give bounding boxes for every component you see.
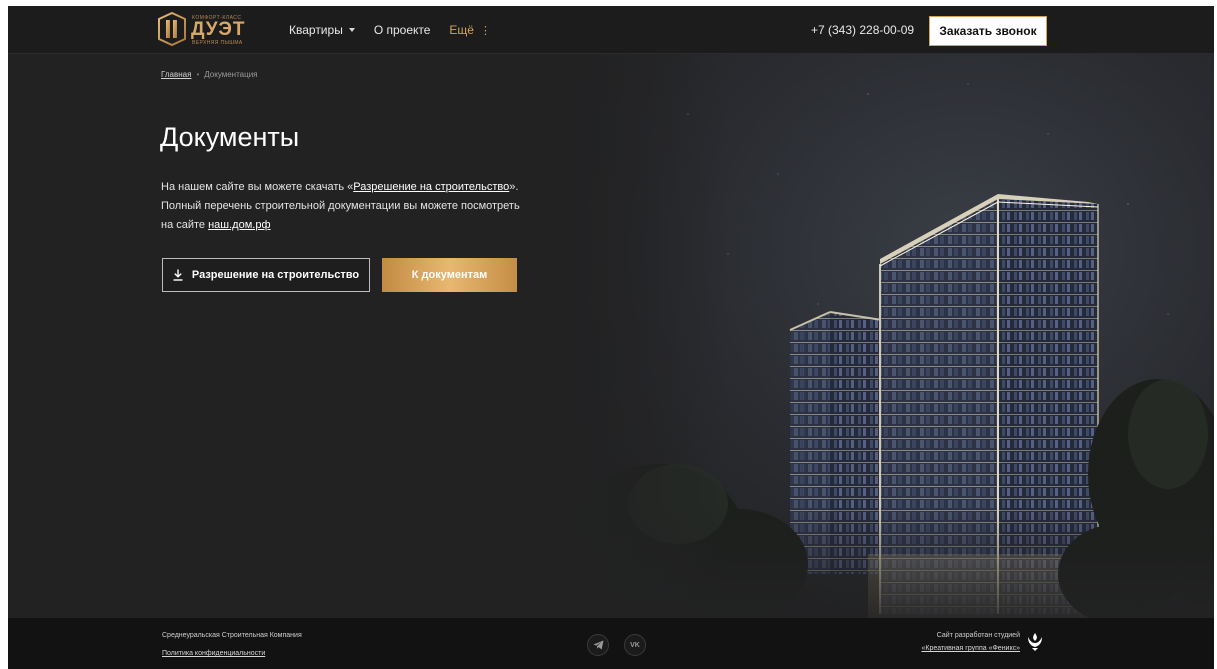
desc-line3-pre: на сайте — [161, 219, 209, 231]
desc-line1-pre: На нашем сайте вы можете скачать « — [161, 181, 354, 193]
to-documents-button[interactable]: К документам — [382, 258, 517, 292]
site-footer: Среднеуральская Строительная Компания По… — [8, 618, 1214, 669]
page-title: Документы — [160, 122, 300, 152]
site-header: КОМФОРТ-КЛАСС ДУЭТ ВЕРХНЯЯ ПЫШМА Квартир… — [8, 6, 1214, 54]
studio-credit-text: Сайт разработан студией — [936, 632, 1020, 639]
nav-label-apartments: Квартиры — [289, 23, 343, 37]
logo-wordmark: ДУЭТ — [191, 19, 246, 40]
download-permit-button[interactable]: Разрешение на строительство — [162, 258, 370, 292]
page-description: На нашем сайте вы можете скачать «Разреш… — [161, 178, 581, 235]
nav-item-about[interactable]: О проекте — [374, 23, 431, 37]
desc-line2: Полный перечень строительной документаци… — [161, 200, 520, 212]
breadcrumb-current: Документация — [204, 70, 258, 79]
privacy-policy-link[interactable]: Политика конфиденциальности — [162, 650, 265, 657]
phoenix-logo-icon[interactable] — [1026, 632, 1044, 652]
building-illustration — [568, 54, 1214, 618]
nav-label-about: О проекте — [373, 23, 431, 37]
nav-item-apartments[interactable]: Квартиры — [289, 23, 355, 37]
telegram-icon — [593, 640, 603, 650]
logo-location: ВЕРХНЯЯ ПЫШМА — [192, 40, 243, 46]
nav-item-more[interactable]: Ещё ⋮ — [449, 23, 491, 37]
nav-label-more: Ещё — [449, 23, 474, 37]
desc-line1-post: ». — [509, 181, 519, 193]
download-permit-label: Разрешение на строительство — [191, 269, 360, 281]
breadcrumb: Главная • Документация — [161, 70, 258, 79]
breadcrumb-separator: • — [196, 70, 200, 79]
more-dots-icon: ⋮ — [479, 24, 491, 37]
logo-mark-icon — [158, 12, 186, 46]
vk-link[interactable]: VK — [624, 634, 646, 656]
request-callback-button[interactable]: Заказать звонок — [929, 16, 1047, 46]
company-name: Среднеуральская Строительная Компания — [162, 632, 302, 639]
breadcrumb-home-link[interactable]: Главная — [161, 70, 191, 79]
telegram-link[interactable] — [587, 634, 609, 656]
logo[interactable]: КОМФОРТ-КЛАСС ДУЭТ ВЕРХНЯЯ ПЫШМА — [158, 12, 254, 46]
chevron-down-icon — [348, 28, 355, 32]
permit-text-link[interactable]: Разрешение на строительство — [353, 181, 509, 193]
download-icon — [173, 269, 183, 281]
page: КОМФОРТ-КЛАСС ДУЭТ ВЕРХНЯЯ ПЫШМА Квартир… — [8, 6, 1214, 669]
studio-credit-link[interactable]: «Креативная группа «Феникс» — [868, 645, 1020, 652]
main-nav: Квартиры О проекте Ещё ⋮ — [289, 6, 491, 54]
phone-number[interactable]: +7 (343) 228-00-09 — [811, 6, 914, 54]
vk-icon: VK — [630, 641, 640, 649]
nash-dom-link[interactable]: наш.дом.рф — [208, 219, 270, 231]
